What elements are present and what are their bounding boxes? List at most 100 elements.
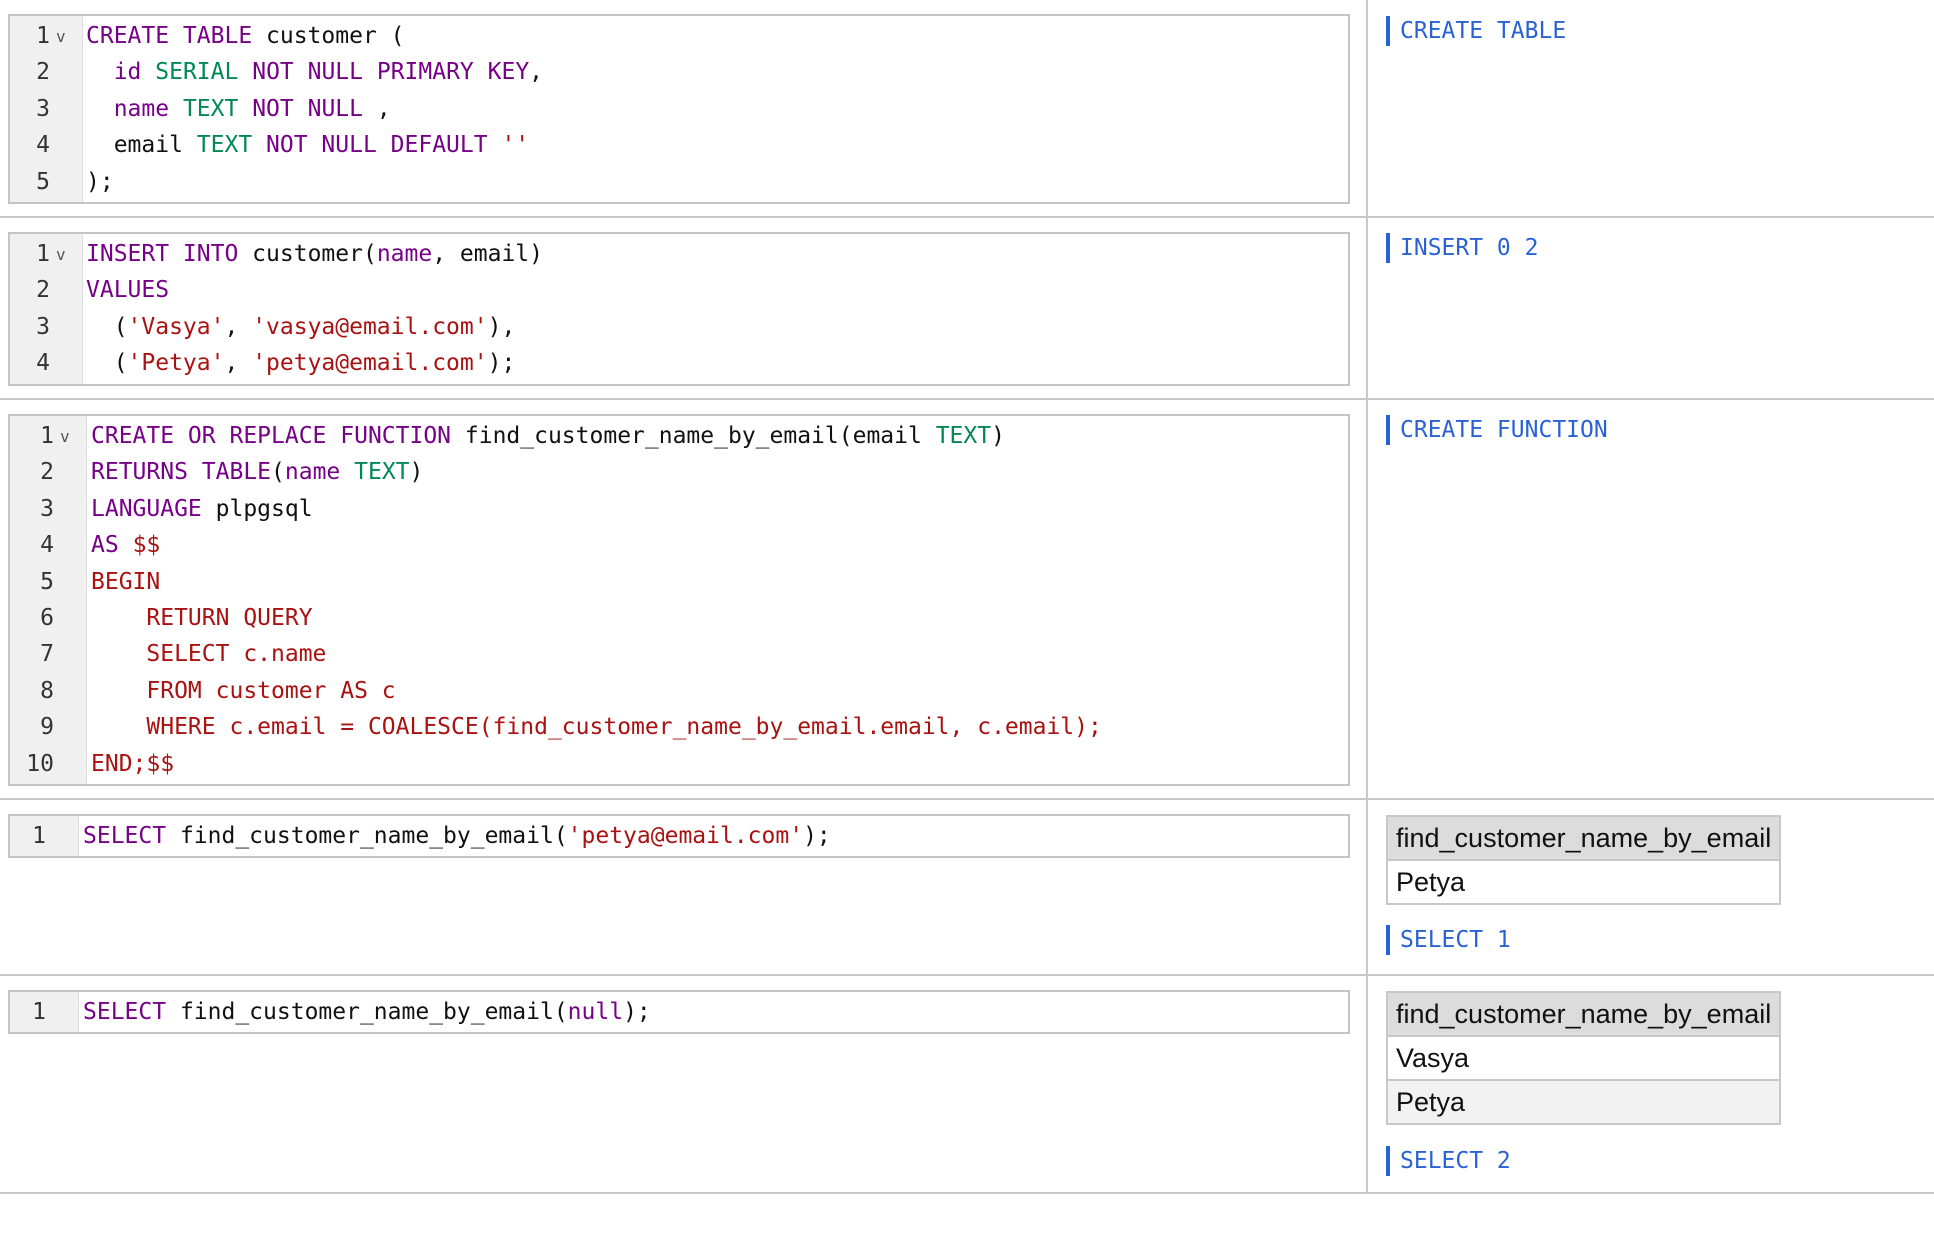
result-cell: Vasya: [1385, 1035, 1782, 1081]
code-line[interactable]: 6 RETURN QUERY: [10, 600, 1348, 636]
sql-token: AS: [91, 532, 119, 558]
sql-token: );: [623, 999, 651, 1025]
code-text[interactable]: WHERE c.email = COALESCE(find_customer_n…: [91, 709, 1102, 745]
sql-token: 'petya@email.com': [567, 823, 804, 849]
code-text[interactable]: AS $$: [91, 527, 160, 563]
result-cell: Petya: [1385, 1079, 1782, 1125]
sql-token: );: [487, 350, 516, 376]
code-text[interactable]: LANGUAGE plpgsql: [91, 491, 313, 527]
code-line[interactable]: 9 WHERE c.email = COALESCE(find_customer…: [10, 709, 1348, 745]
code-line[interactable]: 4 email TEXT NOT NULL DEFAULT '': [10, 127, 1348, 163]
sql-token: 'Petya': [127, 350, 225, 376]
sql-token: ,: [224, 314, 253, 340]
code-line[interactable]: 1 v INSERT INTO customer(name, email): [10, 236, 1348, 272]
line-number: 2: [36, 59, 50, 85]
query-block: 1 v CREATE OR REPLACE FUNCTION find_custom…: [0, 400, 1934, 800]
sql-token: WHERE c.email = COALESCE(find_customer_n…: [91, 714, 1102, 740]
code-line[interactable]: 2 id SERIAL NOT NULL PRIMARY KEY,: [10, 54, 1348, 90]
sql-token: CREATE OR REPLACE FUNCTION: [91, 423, 452, 449]
code-text[interactable]: RETURN QUERY: [91, 600, 312, 636]
query-block: 1 v CREATE TABLE customer (2 id SERIAL NOT…: [0, 0, 1934, 218]
column-divider: [1366, 0, 1368, 216]
sql-token: null: [567, 999, 624, 1025]
sql-token: ,: [362, 96, 391, 122]
code-text[interactable]: email TEXT NOT NULL DEFAULT '': [86, 127, 529, 163]
sql-editor[interactable]: 1 v CREATE OR REPLACE FUNCTION find_custom…: [8, 414, 1350, 786]
sql-token: SELECT c.name: [91, 641, 327, 667]
sql-token: NOT NULL PRIMARY KEY: [252, 59, 530, 85]
code-line[interactable]: 3 name TEXT NOT NULL ,: [10, 91, 1348, 127]
code-line[interactable]: 8 FROM customer AS c: [10, 673, 1348, 709]
sql-token: CREATE TABLE: [86, 23, 253, 49]
sql-token: NOT NULL DEFAULT: [266, 132, 488, 158]
sql-token: customer (: [252, 23, 405, 49]
code-line[interactable]: 10 END;$$: [10, 746, 1348, 782]
code-text[interactable]: CREATE OR REPLACE FUNCTION find_customer…: [91, 418, 1005, 454]
code-line[interactable]: 7 SELECT c.name: [10, 636, 1348, 672]
sql-token: );: [86, 169, 114, 195]
code-text[interactable]: BEGIN: [91, 564, 160, 600]
sql-token: FROM customer AS c: [91, 678, 396, 704]
code-text[interactable]: END;$$: [91, 746, 174, 782]
fold-chevron-icon[interactable]: v: [56, 18, 66, 56]
sql-token: (: [271, 459, 285, 485]
sql-token: (: [86, 350, 128, 376]
column-divider: [1366, 218, 1368, 398]
sql-token: 'Vasya': [127, 314, 225, 340]
code-line[interactable]: 1 v CREATE TABLE customer (: [10, 18, 1348, 54]
sql-editor[interactable]: 1 SELECT find_customer_name_by_email('pet…: [8, 814, 1350, 858]
result-status: SELECT 1: [1386, 925, 1511, 955]
sql-token: find_customer_name_by_email(: [166, 823, 568, 849]
line-number: 3: [36, 96, 50, 122]
code-text[interactable]: SELECT find_customer_name_by_email('pety…: [83, 818, 831, 854]
code-line[interactable]: 1 v CREATE OR REPLACE FUNCTION find_custom…: [10, 418, 1348, 454]
line-number: 3: [36, 314, 50, 340]
code-line[interactable]: 3 LANGUAGE plpgsql: [10, 491, 1348, 527]
sql-token: email: [86, 132, 197, 158]
code-text[interactable]: id SERIAL NOT NULL PRIMARY KEY,: [86, 54, 543, 90]
code-text[interactable]: name TEXT NOT NULL ,: [86, 91, 391, 127]
code-text[interactable]: SELECT c.name: [91, 636, 326, 672]
sql-token: SERIAL: [155, 59, 239, 85]
fold-chevron-icon[interactable]: v: [60, 418, 70, 456]
code-line[interactable]: 1 SELECT find_customer_name_by_email('pet…: [10, 818, 1348, 854]
sql-token: (: [86, 314, 128, 340]
fold-chevron-icon[interactable]: v: [56, 236, 66, 274]
code-text[interactable]: ('Petya', 'petya@email.com');: [86, 345, 516, 381]
code-text[interactable]: SELECT find_customer_name_by_email(null)…: [83, 994, 651, 1030]
sql-token: SELECT: [83, 823, 167, 849]
column-divider: [1366, 400, 1368, 798]
code-line[interactable]: 1 SELECT find_customer_name_by_email(null…: [10, 994, 1348, 1030]
code-line[interactable]: 4 ('Petya', 'petya@email.com');: [10, 345, 1348, 381]
query-block: 1 v INSERT INTO customer(name, email) 2 VALU…: [0, 218, 1934, 400]
code-line[interactable]: 2 VALUES: [10, 272, 1348, 308]
code-text[interactable]: VALUES: [86, 272, 169, 308]
code-text[interactable]: FROM customer AS c: [91, 673, 396, 709]
sql-token: plpgsql: [201, 496, 313, 522]
line-number: 1: [32, 999, 46, 1025]
sql-token: , email): [432, 241, 543, 267]
result-status: SELECT 2: [1386, 1146, 1511, 1176]
code-text[interactable]: INSERT INTO customer(name, email): [86, 236, 543, 272]
line-number: 7: [40, 641, 54, 667]
code-text[interactable]: CREATE TABLE customer (: [86, 18, 405, 54]
code-line[interactable]: 2 RETURNS TABLE(name TEXT): [10, 454, 1348, 490]
code-line[interactable]: 4 AS $$: [10, 527, 1348, 563]
line-number: 6: [40, 605, 54, 631]
code-line[interactable]: 3 ('Vasya', 'vasya@email.com'),: [10, 309, 1348, 345]
sql-editor[interactable]: 1 SELECT find_customer_name_by_email(null…: [8, 990, 1350, 1034]
code-text[interactable]: RETURNS TABLE(name TEXT): [91, 454, 423, 490]
sql-editor[interactable]: 1 v INSERT INTO customer(name, email) 2 VALU…: [8, 232, 1350, 386]
code-text[interactable]: ('Vasya', 'vasya@email.com'),: [86, 309, 516, 345]
code-text[interactable]: );: [86, 164, 114, 200]
sql-editor[interactable]: 1 v CREATE TABLE customer (2 id SERIAL NOT…: [8, 14, 1350, 204]
line-number: 4: [36, 132, 50, 158]
line-number: 1: [36, 23, 50, 49]
code-line[interactable]: 5 BEGIN: [10, 564, 1348, 600]
code-line[interactable]: 5);: [10, 164, 1348, 200]
